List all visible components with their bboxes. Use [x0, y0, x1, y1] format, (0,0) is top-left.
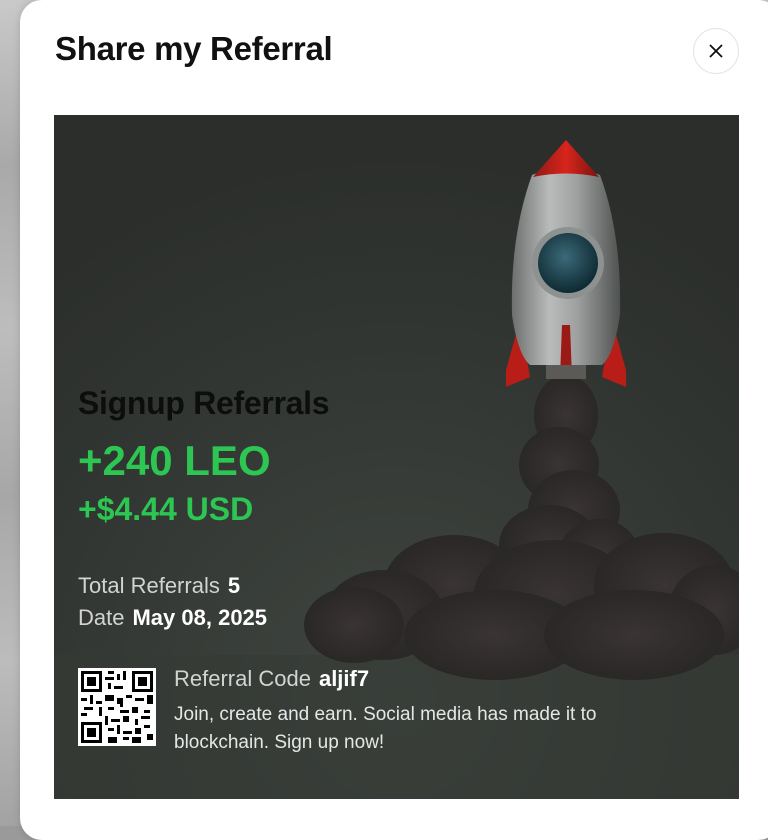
signup-referrals-title: Signup Referrals [78, 385, 330, 421]
modal-title: Share my Referral [55, 30, 333, 67]
share-referral-modal: Share my Referral Signup Referrals +240 … [20, 0, 768, 840]
total-referrals-row: Total Referrals 5 [78, 573, 240, 599]
referral-code-row: Referral Code aljif7 [174, 666, 369, 692]
referral-code-label: Referral Code [174, 666, 311, 691]
total-referrals-value: 5 [227, 573, 241, 598]
usd-amount: +$4.44 USD [78, 491, 254, 527]
total-referrals-label: Total Referrals [78, 573, 220, 598]
leo-amount: +240 LEO [78, 437, 271, 484]
date-row: Date May 08, 2025 [78, 605, 267, 631]
date-label: Date [78, 605, 125, 630]
referral-code-value[interactable]: aljif7 [319, 666, 369, 691]
qr-code-icon [78, 668, 156, 746]
close-button[interactable] [693, 28, 739, 74]
referral-card: Signup Referrals +240 LEO +$4.44 USD Tot… [54, 115, 739, 799]
referral-description: Join, create and earn. Social media has … [174, 704, 597, 753]
close-icon [709, 44, 723, 58]
date-value: May 08, 2025 [132, 605, 268, 630]
